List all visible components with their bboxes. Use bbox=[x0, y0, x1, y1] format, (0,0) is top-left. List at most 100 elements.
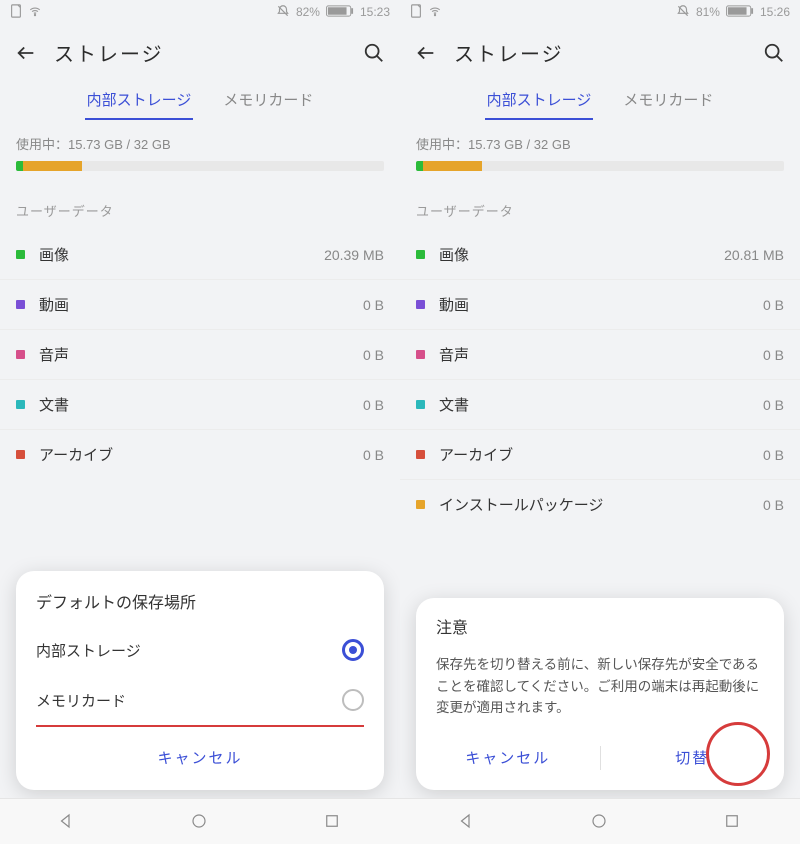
nav-home-icon[interactable] bbox=[590, 812, 610, 832]
battery-icon bbox=[726, 5, 754, 20]
list-item-value: 0 B bbox=[363, 447, 384, 463]
list-item[interactable]: アーカイブ0 B bbox=[0, 430, 400, 479]
list-item-value: 20.39 MB bbox=[324, 247, 384, 263]
list-item-value: 0 B bbox=[363, 347, 384, 363]
cancel-button[interactable]: キャンセル bbox=[416, 739, 600, 776]
search-button[interactable] bbox=[362, 41, 386, 65]
nav-back-icon[interactable] bbox=[57, 812, 77, 832]
list-item-value: 0 B bbox=[363, 297, 384, 313]
radio-unselected-icon bbox=[342, 689, 364, 711]
sim-icon bbox=[10, 4, 22, 21]
list-item[interactable]: 画像 20.39 MB bbox=[0, 230, 400, 280]
category-dot-icon bbox=[416, 500, 425, 509]
category-dot-icon bbox=[416, 300, 425, 309]
app-header: ストレージ bbox=[400, 24, 800, 75]
category-dot-icon bbox=[416, 350, 425, 359]
tab-sdcard[interactable]: メモリカード bbox=[221, 85, 315, 114]
list-item-value: 0 B bbox=[363, 397, 384, 413]
userdata-list: 画像20.81 MB動画0 B音声0 B文書0 Bアーカイブ0 Bインストールパ… bbox=[400, 230, 800, 529]
list-item-label: 音声 bbox=[439, 344, 469, 365]
list-item-label: 画像 bbox=[439, 244, 469, 265]
category-dot-icon bbox=[416, 250, 425, 259]
list-item-value: 0 B bbox=[763, 447, 784, 463]
list-item-label: 文書 bbox=[39, 394, 69, 415]
default-location-dialog: デフォルトの保存場所 内部ストレージ メモリカード キャンセル bbox=[16, 571, 384, 790]
confirm-button[interactable]: 切替 bbox=[601, 739, 785, 776]
nav-recent-icon[interactable] bbox=[723, 812, 743, 832]
phone-right: 81% 15:26 ストレージ 内部ストレージ メモリカード 使用中：15.73… bbox=[400, 0, 800, 844]
list-item-value: 0 B bbox=[763, 347, 784, 363]
battery-percent: 82% bbox=[296, 5, 320, 19]
list-item-value: 0 B bbox=[763, 297, 784, 313]
dialog-title: デフォルトの保存場所 bbox=[16, 589, 384, 625]
tabs: 内部ストレージ メモリカード bbox=[400, 75, 800, 120]
category-dot-icon bbox=[16, 300, 25, 309]
usage-block: 使用中：15.73 GB / 32 GB bbox=[0, 120, 400, 177]
tab-sdcard[interactable]: メモリカード bbox=[621, 85, 715, 114]
tab-internal[interactable]: 内部ストレージ bbox=[485, 85, 594, 114]
list-item[interactable]: インストールパッケージ 0 B bbox=[400, 480, 800, 529]
page-title: ストレージ bbox=[454, 38, 746, 67]
list-item[interactable]: 画像 20.81 MB bbox=[400, 230, 800, 280]
dialog-overlay: 注意 保存先を切り替える前に、新しい保存先が安全であることを確認してください。ご… bbox=[400, 598, 800, 796]
list-item-value: 20.81 MB bbox=[724, 247, 784, 263]
list-item[interactable]: 文書 0 B bbox=[400, 380, 800, 430]
cancel-button[interactable]: キャンセル bbox=[16, 739, 384, 776]
list-item-label: 動画 bbox=[439, 294, 469, 315]
category-dot-icon bbox=[416, 450, 425, 459]
option-internal[interactable]: 内部ストレージ bbox=[16, 625, 384, 675]
category-dot-icon bbox=[416, 400, 425, 409]
option-sdcard[interactable]: メモリカード bbox=[16, 675, 384, 725]
confirm-dialog: 注意 保存先を切り替える前に、新しい保存先が安全であることを確認してください。ご… bbox=[416, 598, 784, 790]
dialog-body: 保存先を切り替える前に、新しい保存先が安全であることを確認してください。ご利用の… bbox=[416, 650, 784, 729]
usage-bar bbox=[16, 161, 384, 171]
usage-label: 使用中：15.73 GB / 32 GB bbox=[16, 134, 384, 153]
list-item-value: 0 B bbox=[763, 497, 784, 513]
category-dot-icon bbox=[16, 400, 25, 409]
category-dot-icon bbox=[16, 350, 25, 359]
list-item[interactable]: 音声 0 B bbox=[400, 330, 800, 380]
wifi-icon bbox=[428, 4, 442, 21]
nav-bar bbox=[400, 798, 800, 844]
status-bar: 82% 15:23 bbox=[0, 0, 400, 24]
tab-internal[interactable]: 内部ストレージ bbox=[85, 85, 194, 114]
list-item[interactable]: アーカイブ0 B bbox=[400, 430, 800, 480]
list-item-label: 画像 bbox=[39, 244, 69, 265]
list-item-label: 音声 bbox=[39, 344, 69, 365]
list-item[interactable]: 動画 0 B bbox=[0, 280, 400, 330]
back-button[interactable] bbox=[14, 41, 38, 65]
nav-recent-icon[interactable] bbox=[323, 812, 343, 832]
clock: 15:26 bbox=[760, 5, 790, 19]
status-bar: 81% 15:26 bbox=[400, 0, 800, 24]
list-item-label: 動画 bbox=[39, 294, 69, 315]
list-item-label: インストールパッケージ bbox=[439, 494, 603, 515]
mute-icon bbox=[676, 4, 690, 21]
option-sdcard-label: メモリカード bbox=[36, 690, 126, 711]
clock: 15:23 bbox=[360, 5, 390, 19]
list-item-label: 文書 bbox=[439, 394, 469, 415]
category-dot-icon bbox=[16, 250, 25, 259]
mute-icon bbox=[276, 4, 290, 21]
userdata-list: 画像20.39 MB動画0 B音声0 B文書0 Bアーカイブ0 B bbox=[0, 230, 400, 479]
list-item[interactable]: 音声 0 B bbox=[0, 330, 400, 380]
wifi-icon bbox=[28, 4, 42, 21]
list-item[interactable]: 文書 0 B bbox=[0, 380, 400, 430]
battery-percent: 81% bbox=[696, 5, 720, 19]
section-userdata: ユーザーデータ bbox=[400, 177, 800, 230]
sim-icon bbox=[410, 4, 422, 21]
tabs: 内部ストレージ メモリカード bbox=[0, 75, 400, 120]
dialog-overlay: デフォルトの保存場所 内部ストレージ メモリカード キャンセル bbox=[0, 571, 400, 796]
list-item[interactable]: 動画 0 B bbox=[400, 280, 800, 330]
nav-bar bbox=[0, 798, 400, 844]
usage-bar bbox=[416, 161, 784, 171]
battery-icon bbox=[326, 5, 354, 20]
search-button[interactable] bbox=[762, 41, 786, 65]
dialog-actions: キャンセル 切替 bbox=[416, 729, 784, 782]
nav-back-icon[interactable] bbox=[457, 812, 477, 832]
list-item-value: 0 B bbox=[763, 397, 784, 413]
back-button[interactable] bbox=[414, 41, 438, 65]
dialog-actions: キャンセル bbox=[16, 727, 384, 782]
nav-home-icon[interactable] bbox=[190, 812, 210, 832]
usage-label: 使用中：15.73 GB / 32 GB bbox=[416, 134, 784, 153]
category-dot-icon bbox=[16, 450, 25, 459]
